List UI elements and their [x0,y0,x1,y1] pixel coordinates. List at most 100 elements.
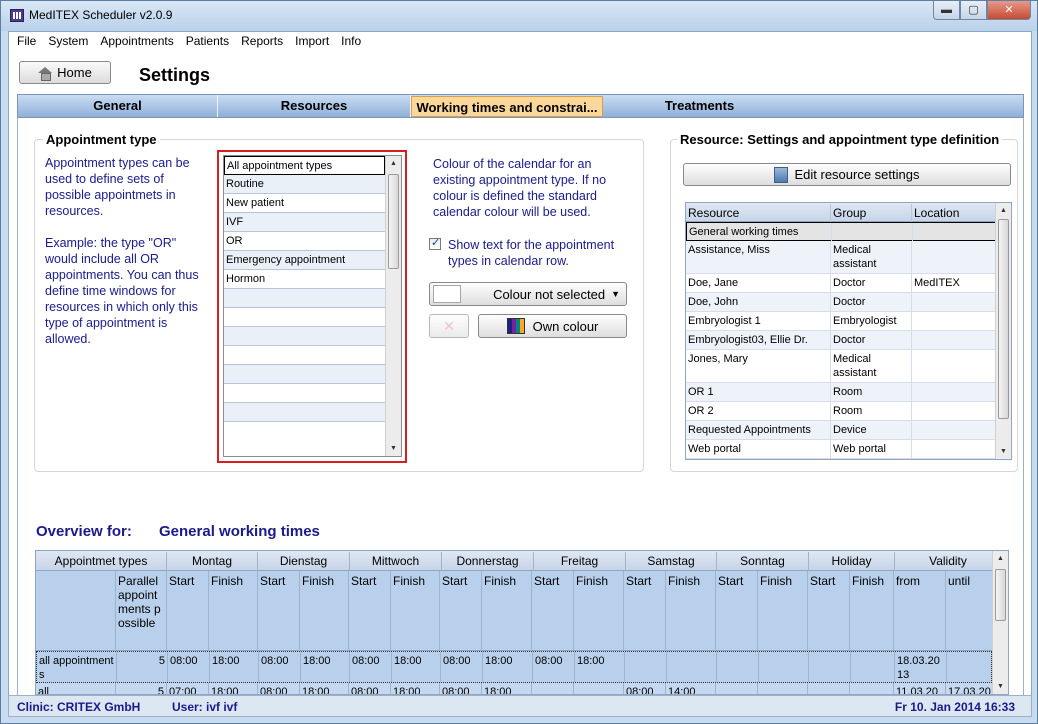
maximize-button[interactable]: ▢ [960,1,987,20]
list-item-empty[interactable] [224,384,385,403]
overview-column-header[interactable]: Finish [666,571,716,651]
scroll-down-icon[interactable]: ▼ [996,444,1011,459]
overview-column-header[interactable]: Finish [758,571,808,651]
clear-colour-button[interactable]: ✕ [429,314,469,338]
appointment-type-list[interactable]: All appointment types Routine New patien… [223,155,402,457]
column-location[interactable]: Location [912,204,996,222]
overview-column-group[interactable]: Sonntag [717,552,809,571]
overview-column-header[interactable]: Parallel appointments possible [116,571,167,651]
table-cell-resource: Web portal [686,440,831,459]
menu-import[interactable]: Import [289,32,335,52]
overview-column-header[interactable]: Finish [300,571,349,651]
scroll-up-icon[interactable]: ▲ [386,156,401,171]
colour-select[interactable]: Colour not selected ▼ [429,282,627,306]
appointment-list-scrollbar[interactable]: ▲ ▼ [385,156,401,456]
tab-resources[interactable]: Resources [218,95,411,117]
column-group[interactable]: Group [831,204,912,222]
list-item[interactable]: Routine [224,175,385,194]
list-item-empty[interactable] [224,308,385,327]
overview-column-group[interactable]: Freitag [534,552,626,571]
scroll-thumb[interactable] [998,219,1009,419]
table-cell [667,652,717,682]
table-row[interactable]: Jones, Mary Medical assistant [686,350,996,383]
table-row[interactable]: Embryologist03, Ellie Dr. Doctor [686,331,996,350]
table-cell [574,683,624,694]
table-row[interactable]: Embryologist 1 Embryologist [686,312,996,331]
overview-column-header[interactable]: Start [258,571,300,651]
menu-patients[interactable]: Patients [180,32,235,52]
table-row[interactable]: OR 1 Room [686,383,996,402]
overview-column-group[interactable]: Validity [895,552,1002,571]
list-item-empty[interactable] [224,327,385,346]
list-item-empty[interactable] [224,422,385,441]
close-button[interactable]: ✕ [987,1,1031,20]
list-item[interactable]: OR [224,232,385,251]
scroll-thumb[interactable] [388,174,399,269]
scroll-thumb[interactable] [995,569,1006,621]
overview-column-group[interactable]: Holiday [809,552,895,571]
overview-column-header[interactable]: Start [532,571,574,651]
overview-column-header[interactable]: Finish [850,571,894,651]
tab-working-times[interactable]: Working times and constrai... [411,96,603,117]
scroll-down-icon[interactable]: ▼ [993,679,1008,694]
menu-info[interactable]: Info [335,32,367,52]
overview-column-header[interactable]: Finish [574,571,624,651]
minimize-button[interactable]: ▬ [933,1,960,20]
menu-system[interactable]: System [42,32,94,52]
overview-column-header[interactable]: Start [167,571,209,651]
checkbox-check-icon[interactable] [429,236,441,250]
overview-scrollbar[interactable]: ▲ ▼ [992,551,1008,694]
own-colour-button[interactable]: Own colour [478,314,627,338]
overview-column-group[interactable]: Montag [167,552,258,571]
overview-column-header[interactable]: Start [349,571,391,651]
overview-column-group[interactable]: Appointmet types [36,552,167,571]
edit-resource-settings-button[interactable]: Edit resource settings [683,163,1011,186]
table-row[interactable]: Assistance, Miss Medical assistant [686,241,996,274]
overview-column-header[interactable]: Finish [482,571,532,651]
tab-general[interactable]: General [18,95,218,117]
table-row[interactable]: Web portal Web portal [686,440,996,459]
resource-table-scrollbar[interactable]: ▲ ▼ [995,203,1011,459]
table-cell [851,652,895,682]
list-item[interactable]: Hormon [224,270,385,289]
overview-column-header[interactable] [36,571,116,651]
column-resource[interactable]: Resource [686,204,831,222]
scroll-down-icon[interactable]: ▼ [386,441,401,456]
list-item-empty[interactable] [224,403,385,422]
overview-column-group[interactable]: Mittwoch [350,552,442,571]
overview-column-header[interactable]: from [894,571,946,651]
table-row[interactable]: Requested Appointments Device [686,421,996,440]
list-item-empty[interactable] [224,289,385,308]
overview-column-header[interactable]: Finish [391,571,440,651]
scroll-up-icon[interactable]: ▲ [996,203,1011,218]
scroll-up-icon[interactable]: ▲ [993,551,1008,566]
status-user: User: ivf ivf [172,700,238,714]
list-item[interactable]: All appointment types [224,156,385,175]
table-row[interactable]: OR 2 Room [686,402,996,421]
menu-file[interactable]: File [11,32,42,52]
table-row[interactable]: Doe, Jane Doctor MedITEX [686,274,996,293]
overview-column-header[interactable]: Finish [209,571,258,651]
overview-column-header[interactable]: Start [440,571,482,651]
list-item-empty[interactable] [224,365,385,384]
menu-appointments[interactable]: Appointments [94,32,179,52]
overview-column-group[interactable]: Dienstag [258,552,350,571]
list-item[interactable]: New patient [224,194,385,213]
overview-column-header[interactable]: Start [624,571,666,651]
list-item[interactable]: Emergency appointment [224,251,385,270]
overview-column-header[interactable]: Start [716,571,758,651]
show-text-checkbox[interactable] [429,236,441,253]
table-row[interactable]: all appointments 5 08:00 18:00 08:00 18:00 08:… [36,651,992,683]
overview-column-header[interactable]: Start [808,571,850,651]
overview-column-group[interactable]: Donnerstag [442,552,534,571]
overview-column-group[interactable]: Samstag [626,552,717,571]
list-item[interactable]: IVF [224,213,385,232]
table-row[interactable]: General working times [686,222,997,242]
list-item-empty[interactable] [224,346,385,365]
table-row[interactable]: all 5 07:00 18:00 08:00 18:00 08:00 18:00 08:00 1… [36,683,992,694]
menu-reports[interactable]: Reports [235,32,289,52]
table-cell-resource: Doe, John [686,293,831,312]
home-button[interactable]: Home [19,61,111,84]
tab-treatments[interactable]: Treatments [603,95,796,117]
table-row[interactable]: Doe, John Doctor [686,293,996,312]
